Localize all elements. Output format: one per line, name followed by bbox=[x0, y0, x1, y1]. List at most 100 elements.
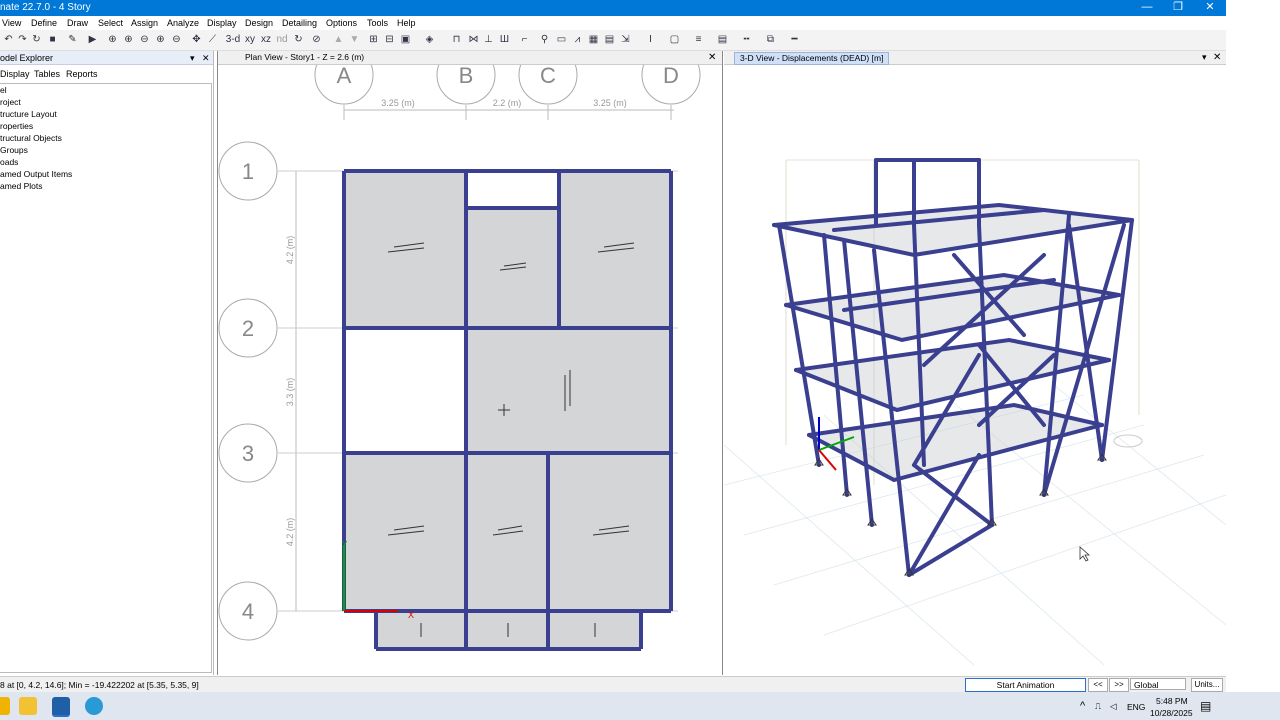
tree-item[interactable]: roperties bbox=[0, 121, 33, 131]
previous-button[interactable]: << bbox=[1088, 678, 1108, 692]
draw-slab-icon[interactable]: ▭ bbox=[555, 33, 568, 46]
assign-shell-icon[interactable]: ≡ bbox=[692, 33, 705, 46]
close-window-button[interactable]: ✕ bbox=[1195, 0, 1225, 16]
draw-beam-icon[interactable]: Ш bbox=[498, 33, 511, 46]
plan-view-tab[interactable]: Plan View - Story1 - Z = 2.6 (m) bbox=[240, 52, 369, 63]
zoom-restore-icon[interactable]: ⊕ bbox=[154, 33, 167, 46]
menu-analyze[interactable]: Analyze bbox=[167, 18, 199, 28]
plan-view-tabbar: Plan View - Story1 - Z = 2.6 (m) ✕ bbox=[218, 51, 722, 65]
undo-icon[interactable]: ↶ bbox=[2, 33, 15, 46]
close-plan-view-icon[interactable]: ✕ bbox=[708, 52, 716, 63]
menu-assign[interactable]: Assign bbox=[131, 18, 158, 28]
3d-view-window[interactable]: 3-D View - Displacements (DEAD) [m] ▾ ✕ bbox=[724, 51, 1226, 675]
opening-icon[interactable]: ▦ bbox=[587, 33, 600, 46]
tree-item[interactable]: oads bbox=[0, 157, 18, 167]
rotate-icon[interactable]: ↻ bbox=[292, 33, 305, 46]
clock-time[interactable]: 5:48 PM bbox=[1156, 696, 1188, 706]
down-icon[interactable]: ▼ bbox=[348, 33, 361, 46]
tree-item[interactable]: roject bbox=[0, 97, 21, 107]
deselect-icon[interactable]: ⊟ bbox=[383, 33, 396, 46]
zoom-out-icon[interactable]: ⊖ bbox=[138, 33, 151, 46]
draw-brace-icon[interactable]: ⋈ bbox=[467, 33, 480, 46]
coord-system-select[interactable]: Global bbox=[1130, 678, 1186, 690]
restore-button[interactable]: ❐ bbox=[1163, 0, 1193, 16]
zoom-previous-icon[interactable]: ⊖ bbox=[170, 33, 183, 46]
draw-frame-icon[interactable]: ⊓ bbox=[450, 33, 463, 46]
file-explorer-icon[interactable] bbox=[19, 697, 37, 715]
dropdown-icon[interactable]: ▾ bbox=[1202, 52, 1207, 63]
menu-options[interactable]: Options bbox=[326, 18, 357, 28]
elevation-view-button[interactable]: xz bbox=[259, 33, 273, 46]
dimension-label: 3.3 (m) bbox=[285, 378, 295, 407]
plan-view-window[interactable]: Plan View - Story1 - Z = 2.6 (m) ✕ A B C… bbox=[217, 51, 723, 675]
volume-icon[interactable]: ◁ bbox=[1110, 701, 1117, 712]
line-weight-icon[interactable]: ━ bbox=[788, 33, 801, 46]
close-explorer-icon[interactable]: ✕ bbox=[202, 53, 210, 64]
up-icon[interactable]: ▲ bbox=[332, 33, 345, 46]
deck-icon[interactable]: ⩘ bbox=[571, 33, 584, 46]
language-indicator[interactable]: ENG bbox=[1127, 702, 1145, 712]
tree-item[interactable]: amed Output Items bbox=[0, 169, 72, 179]
tab-tables[interactable]: Tables bbox=[34, 69, 60, 79]
menu-select[interactable]: Select bbox=[98, 18, 123, 28]
3d-view-canvas[interactable] bbox=[724, 65, 1226, 675]
tray-up-arrow-icon[interactable]: ^ bbox=[1080, 700, 1085, 712]
menu-draw[interactable]: Draw bbox=[67, 18, 88, 28]
options-icon[interactable]: ▣ bbox=[399, 33, 412, 46]
start-animation-button[interactable]: Start Animation bbox=[965, 678, 1086, 692]
tree-item[interactable]: tructure Layout bbox=[0, 109, 57, 119]
display-icon[interactable]: ▤ bbox=[716, 33, 729, 46]
refresh-icon[interactable]: ↻ bbox=[30, 33, 43, 46]
3d-view-button[interactable]: 3-d bbox=[225, 33, 241, 46]
select-icon[interactable]: ⊞ bbox=[367, 33, 380, 46]
run-icon[interactable]: ▶ bbox=[86, 33, 99, 46]
display-options-icon[interactable]: ◈ bbox=[423, 33, 436, 46]
zoom-in-icon[interactable]: ⊕ bbox=[122, 33, 135, 46]
plan-view-button[interactable]: xy bbox=[243, 33, 257, 46]
draw-wall-icon[interactable]: ⌐ bbox=[518, 33, 531, 46]
menu-define[interactable]: Define bbox=[31, 18, 57, 28]
next-button[interactable]: >> bbox=[1109, 678, 1129, 692]
3d-view-tab[interactable]: 3-D View - Displacements (DEAD) [m] bbox=[734, 52, 890, 65]
menu-help[interactable]: Help bbox=[397, 18, 416, 28]
zoom-window-icon[interactable]: ⊕ bbox=[106, 33, 119, 46]
draw-support-icon[interactable]: ⚲ bbox=[538, 33, 551, 46]
close-3d-view-icon[interactable]: ✕ bbox=[1213, 52, 1221, 63]
menu-display[interactable]: Display bbox=[207, 18, 237, 28]
redo-icon[interactable]: ↷ bbox=[16, 33, 29, 46]
dropdown-icon[interactable]: ▾ bbox=[190, 53, 195, 64]
units-button[interactable]: Units... bbox=[1191, 678, 1223, 692]
notification-icon[interactable]: ▤ bbox=[1200, 699, 1211, 713]
menu-tools[interactable]: Tools bbox=[367, 18, 388, 28]
custom-view-button[interactable]: nd bbox=[275, 33, 289, 46]
clock-date[interactable]: 10/28/2025 bbox=[1150, 708, 1193, 718]
network-icon[interactable]: ⎍ bbox=[1095, 701, 1101, 712]
minimize-button[interactable]: — bbox=[1132, 0, 1162, 16]
tree-item[interactable]: tructural Objects bbox=[0, 133, 62, 143]
draw-column-icon[interactable]: ⊥ bbox=[482, 33, 495, 46]
tree-item[interactable]: Groups bbox=[0, 145, 28, 155]
tab-display[interactable]: Display bbox=[0, 69, 30, 79]
etabs-app-icon[interactable] bbox=[52, 697, 70, 717]
start-icon[interactable] bbox=[0, 697, 10, 715]
grid-icon[interactable]: ▤ bbox=[603, 33, 616, 46]
line-style-icon[interactable]: ╍ bbox=[740, 33, 753, 46]
section-icon[interactable]: ⇲ bbox=[619, 33, 632, 46]
assign-frame-icon[interactable]: ▢ bbox=[668, 33, 681, 46]
tree-item[interactable]: el bbox=[0, 85, 7, 95]
plan-view-canvas[interactable]: A B C D 1 2 3 4 3.25 (m) 2.2 (m) 3.25 (m… bbox=[218, 65, 722, 675]
assign-joint-icon[interactable]: I bbox=[644, 33, 657, 46]
window-title: nate 22.7.0 - 4 Story bbox=[0, 2, 91, 13]
tree-item[interactable]: amed Plots bbox=[0, 181, 43, 191]
lock-icon[interactable]: ■ bbox=[46, 33, 59, 46]
menu-detailing[interactable]: Detailing bbox=[282, 18, 317, 28]
browser-icon[interactable] bbox=[85, 697, 103, 715]
tab-reports[interactable]: Reports bbox=[66, 69, 98, 79]
menu-design[interactable]: Design bbox=[245, 18, 273, 28]
copy-icon[interactable]: ⧉ bbox=[764, 33, 777, 46]
magic-icon[interactable]: ⟋ bbox=[206, 33, 219, 46]
pan-icon[interactable]: ✥ bbox=[190, 33, 203, 46]
object-shrink-icon[interactable]: ⊘ bbox=[310, 33, 323, 46]
menu-view[interactable]: View bbox=[2, 18, 21, 28]
pencil-icon[interactable]: ✎ bbox=[66, 33, 79, 46]
